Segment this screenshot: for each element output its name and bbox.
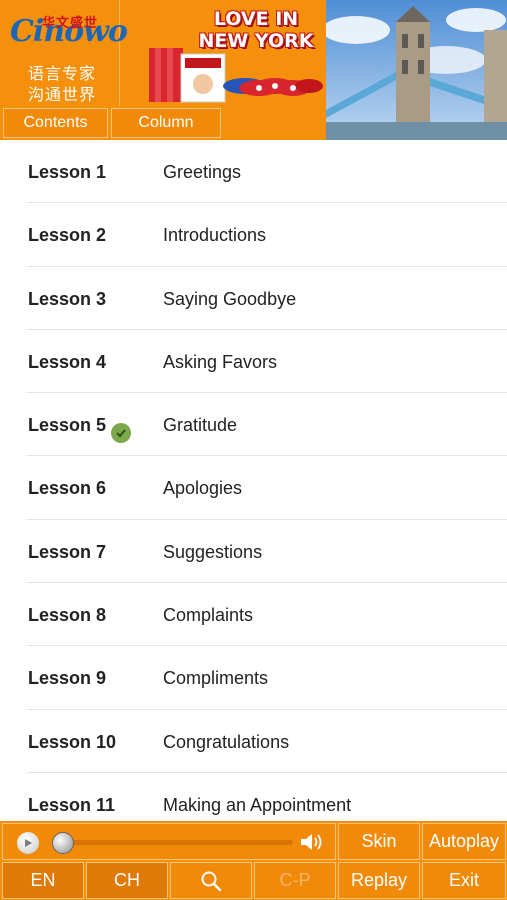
- lesson-title: Complaints: [163, 605, 254, 626]
- lesson-number: Lesson 2: [28, 225, 107, 246]
- brand-logo: Cinowo 华文盛世 语言专家 沟通世界: [0, 0, 128, 106]
- autoplay-button[interactable]: Autoplay: [422, 823, 506, 860]
- player-control-bar: Skin Autoplay EN CH C-P Replay Exit: [0, 821, 507, 900]
- lesson-title: Apologies: [163, 478, 243, 499]
- completed-check-icon: [111, 423, 131, 443]
- exit-button[interactable]: Exit: [422, 862, 506, 899]
- lesson-title: Making an Appointment: [163, 794, 352, 815]
- lesson-title: Greetings: [163, 162, 242, 182]
- lesson-title: Suggestions: [163, 541, 263, 562]
- lesson-row-10[interactable]: Lesson 10 Congratulations: [27, 710, 507, 773]
- logo-cn-text: 华文盛世: [42, 16, 99, 31]
- lesson-number: Lesson 1: [28, 162, 107, 182]
- search-button[interactable]: [170, 862, 252, 899]
- lesson-title: Saying Goodbye: [163, 288, 297, 309]
- lesson-row-1[interactable]: Lesson 1 Greetings: [27, 140, 507, 204]
- lesson-title: Congratulations: [163, 731, 290, 752]
- lesson-row-6[interactable]: Lesson 6 Apologies: [27, 456, 507, 520]
- lesson-title: Gratitude: [163, 415, 238, 436]
- lesson-number: Lesson 3: [28, 288, 107, 309]
- lesson-row-5[interactable]: Lesson 5 Gratitude: [27, 393, 507, 457]
- lesson-row-4[interactable]: Lesson 4 Asking Favors: [27, 330, 507, 394]
- lesson-list[interactable]: Lesson 1 Greetings Lesson 2 Introduction…: [0, 140, 507, 821]
- banner-title: LOVE IN NEW YORK: [198, 8, 314, 52]
- lesson-row-11[interactable]: Lesson 11 Making an Appointment: [27, 773, 507, 821]
- lesson-title: Compliments: [163, 668, 269, 689]
- app-header: Cinowo 华文盛世 语言专家 沟通世界 LOVE IN NEW YORK C…: [0, 0, 507, 140]
- tower-bridge-photo: [326, 0, 507, 140]
- progress-slider-handle[interactable]: [52, 832, 74, 854]
- lesson-number: Lesson 4: [28, 351, 107, 372]
- lesson-title: Asking Favors: [163, 351, 278, 372]
- lesson-number: Lesson 10: [28, 731, 117, 752]
- audio-progress-panel: [2, 823, 336, 860]
- lesson-row-9[interactable]: Lesson 9 Compliments: [27, 646, 507, 710]
- cp-button[interactable]: C-P: [254, 862, 336, 899]
- lesson-row-2[interactable]: Lesson 2 Introductions: [27, 203, 507, 267]
- english-button[interactable]: EN: [2, 862, 84, 899]
- product-banner: LOVE IN NEW YORK: [121, 0, 326, 106]
- tab-column[interactable]: Column: [111, 108, 221, 138]
- lesson-row-8[interactable]: Lesson 8 Complaints: [27, 583, 507, 647]
- search-icon: [201, 871, 222, 891]
- book-set-illustration: [149, 48, 323, 103]
- lesson-row-3[interactable]: Lesson 3 Saying Goodbye: [27, 267, 507, 330]
- lesson-number: Lesson 9: [28, 668, 107, 689]
- play-icon[interactable]: [17, 832, 39, 854]
- lesson-title: Introductions: [163, 225, 267, 246]
- progress-track[interactable]: [53, 840, 293, 845]
- lesson-number: Lesson 7: [28, 541, 107, 562]
- chinese-button[interactable]: CH: [86, 862, 168, 899]
- lesson-number: Lesson 6: [28, 478, 107, 499]
- replay-button[interactable]: Replay: [338, 862, 420, 899]
- lesson-number: Lesson 11: [28, 794, 116, 815]
- volume-icon[interactable]: [299, 831, 325, 853]
- tagline-line-2: 沟通世界: [28, 85, 97, 104]
- lesson-number: Lesson 8: [28, 605, 107, 626]
- skin-button[interactable]: Skin: [338, 823, 420, 860]
- tab-contents[interactable]: Contents: [3, 108, 108, 138]
- lesson-number: Lesson 5: [28, 415, 107, 436]
- lesson-row-7[interactable]: Lesson 7 Suggestions: [27, 520, 507, 584]
